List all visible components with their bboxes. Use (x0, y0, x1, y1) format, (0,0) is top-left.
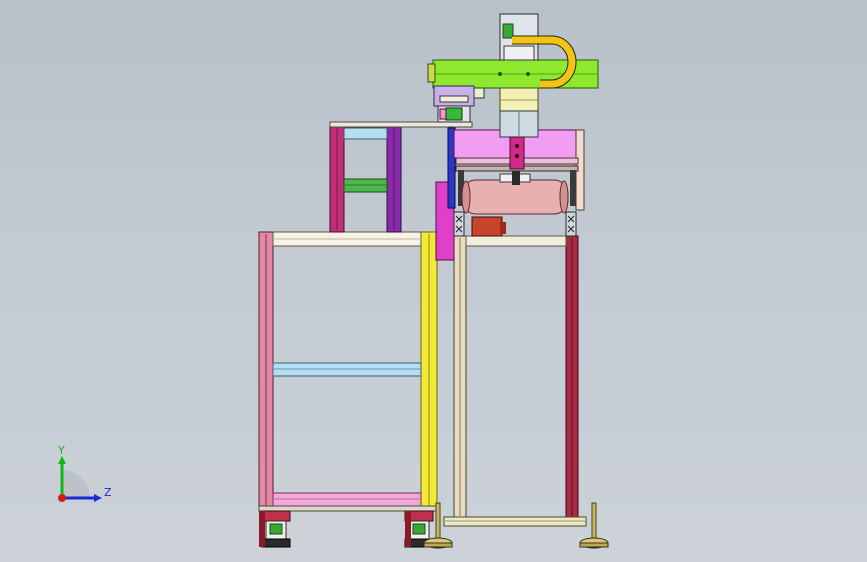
roller-drum[interactable] (461, 179, 569, 215)
right-machine-frame[interactable] (443, 235, 587, 527)
machine-assembly-drawing[interactable]: Y Z (0, 0, 867, 562)
left-frame-base-plate[interactable] (258, 505, 438, 512)
caster-left[interactable] (259, 510, 291, 548)
top-mounting-plate[interactable] (329, 121, 473, 128)
x-axis-dot (58, 494, 66, 502)
cad-viewport[interactable]: Y Z (0, 0, 867, 562)
coordinate-triad: Y Z (57, 444, 112, 502)
right-frame-top-rail[interactable] (465, 235, 567, 247)
upper-column-top-rail[interactable] (343, 127, 388, 140)
spindle-shaft[interactable] (509, 136, 525, 170)
left-cart-frame[interactable] (258, 231, 438, 512)
z-axis-label: Z (104, 486, 112, 499)
tool-head-left[interactable] (433, 85, 475, 123)
y-axis-label: Y (57, 444, 65, 457)
gear-motor-block[interactable] (471, 216, 503, 237)
